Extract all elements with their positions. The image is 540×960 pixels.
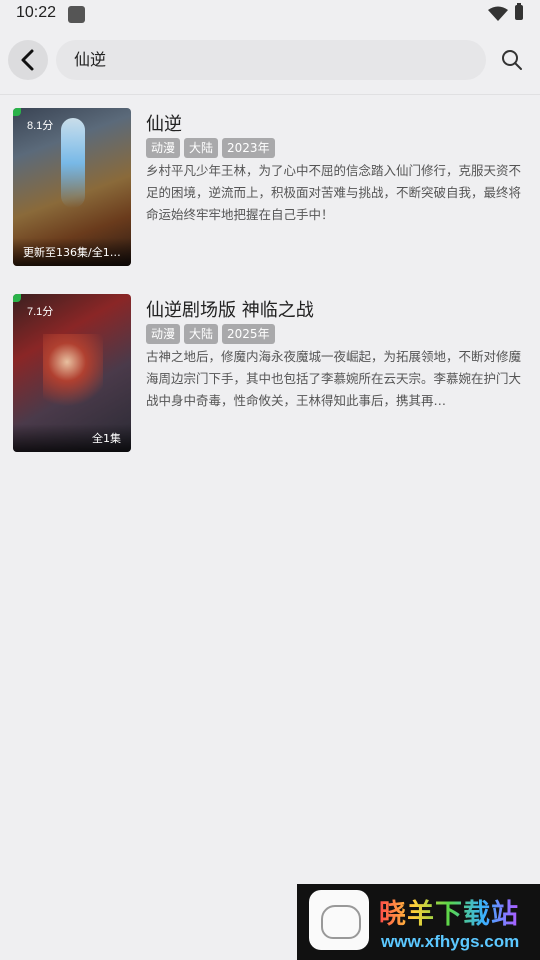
poster-art xyxy=(43,334,103,414)
tag-list: 动漫 大陆 2025年 xyxy=(146,324,275,344)
status-time: 10:22 xyxy=(16,4,57,21)
search-icon[interactable] xyxy=(500,48,524,72)
episode-caption: 更新至136集/全1… xyxy=(13,238,131,266)
search-input[interactable]: 仙逆 xyxy=(56,40,486,80)
wifi-icon xyxy=(488,6,508,21)
poster-image[interactable]: 7.1分 全1集 xyxy=(13,294,131,452)
site-watermark: 晓羊下载站 www.xfhygs.com xyxy=(297,884,540,960)
watermark-url: www.xfhygs.com xyxy=(381,932,520,951)
tag: 动漫 xyxy=(146,324,181,344)
battery-icon xyxy=(515,3,523,20)
status-bar: 10:22 xyxy=(0,0,540,30)
result-title[interactable]: 仙逆剧场版 神临之战 xyxy=(146,296,314,322)
tag-list: 动漫 大陆 2023年 xyxy=(146,138,275,158)
tag: 2025年 xyxy=(222,324,275,344)
sheep-logo-icon xyxy=(309,890,369,950)
notification-app-icon xyxy=(68,6,85,23)
result-description: 古神之地后，修魔内海永夜魔城一夜崛起，为拓展领地，不断对修魔海周边宗门下手，其中… xyxy=(146,349,522,408)
back-button[interactable] xyxy=(8,40,48,80)
back-arrow-icon xyxy=(21,49,34,71)
tag: 大陆 xyxy=(184,138,219,158)
tag: 大陆 xyxy=(184,324,219,344)
tag: 动漫 xyxy=(146,138,181,158)
result-title[interactable]: 仙逆 xyxy=(146,110,182,136)
episode-caption: 全1集 xyxy=(13,424,131,452)
rating-badge: 7.1分 xyxy=(27,306,54,318)
rating-flag-icon xyxy=(13,294,21,302)
search-header: 仙逆 xyxy=(0,30,540,95)
poster-image[interactable]: 8.1分 更新至136集/全1… xyxy=(13,108,131,266)
rating-badge: 8.1分 xyxy=(27,120,54,132)
result-item[interactable]: 8.1分 更新至136集/全1… 仙逆 动漫 大陆 2023年 乡村平凡少年王林… xyxy=(0,108,540,273)
poster-art xyxy=(61,118,85,208)
tag: 2023年 xyxy=(222,138,275,158)
result-description: 乡村平凡少年王林，为了心中不屈的信念踏入仙门修行，克服天资不足的困境，逆流而上，… xyxy=(146,163,522,222)
rating-flag-icon xyxy=(13,108,21,116)
watermark-title: 晓羊下载站 xyxy=(379,892,519,931)
result-item[interactable]: 7.1分 全1集 仙逆剧场版 神临之战 动漫 大陆 2025年 古神之地后，修魔… xyxy=(0,294,540,459)
